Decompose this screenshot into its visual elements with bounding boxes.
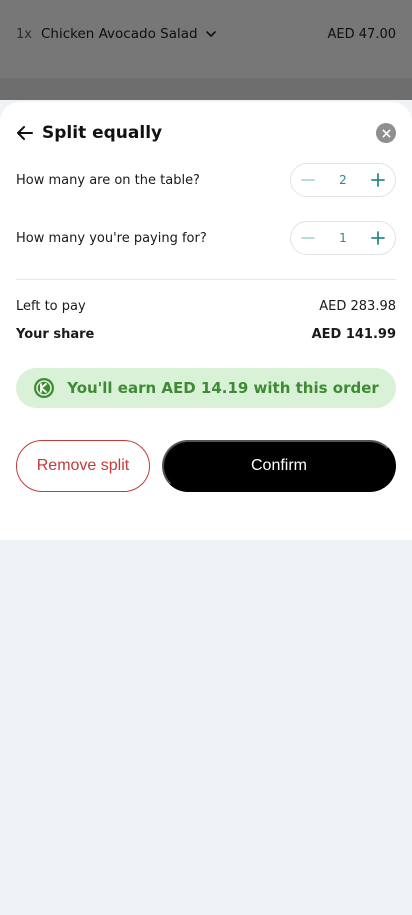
order-item-price: AED 47.00: [327, 26, 396, 42]
order-item-name: Chicken Avocado Salad: [40, 26, 198, 42]
sheet-header: Split equally: [16, 120, 396, 146]
order-item: 1x Chicken Avocado Salad AED 47.00: [16, 22, 396, 46]
split-sheet: Split equally How many are on the table?…: [0, 102, 412, 540]
people-on-table-stepper: 2: [290, 163, 396, 197]
people-on-table-row: How many are on the table? 2: [16, 163, 396, 197]
minus-icon[interactable]: [299, 171, 317, 189]
left-to-pay-value: AED 283.98: [319, 298, 396, 314]
people-on-table-value: 2: [339, 173, 347, 187]
remove-split-button[interactable]: Remove split: [16, 440, 150, 492]
sheet-title: Split equally: [42, 123, 163, 143]
left-to-pay-row: Left to pay AED 283.98: [16, 296, 396, 316]
paying-for-row: How many you're paying for? 1: [16, 221, 396, 255]
your-share-row: Your share AED 141.99: [16, 324, 396, 344]
divider: [16, 279, 396, 280]
confirm-button[interactable]: Confirm: [162, 440, 396, 492]
plus-icon[interactable]: [369, 171, 387, 189]
your-share-label: Your share: [16, 326, 95, 342]
earn-text: You'll earn AED 14.19 with this order: [67, 379, 379, 397]
earn-banner: You'll earn AED 14.19 with this order: [16, 368, 396, 408]
plus-icon[interactable]: [369, 229, 387, 247]
arrow-left-icon[interactable]: [16, 124, 34, 142]
rewards-icon: [33, 377, 55, 399]
paying-for-label: How many you're paying for?: [16, 230, 207, 246]
paying-for-value: 1: [339, 231, 347, 245]
your-share-value: AED 141.99: [311, 326, 396, 342]
background-overlay-stripe: [0, 78, 412, 100]
order-item-qty: 1x: [16, 26, 32, 42]
sheet-actions: Remove split Confirm: [16, 440, 396, 492]
minus-icon[interactable]: [299, 229, 317, 247]
paying-for-stepper: 1: [290, 221, 396, 255]
chevron-down-icon: [205, 29, 216, 39]
left-to-pay-label: Left to pay: [16, 298, 86, 314]
close-circle-icon[interactable]: [376, 123, 396, 143]
people-on-table-label: How many are on the table?: [16, 172, 200, 188]
